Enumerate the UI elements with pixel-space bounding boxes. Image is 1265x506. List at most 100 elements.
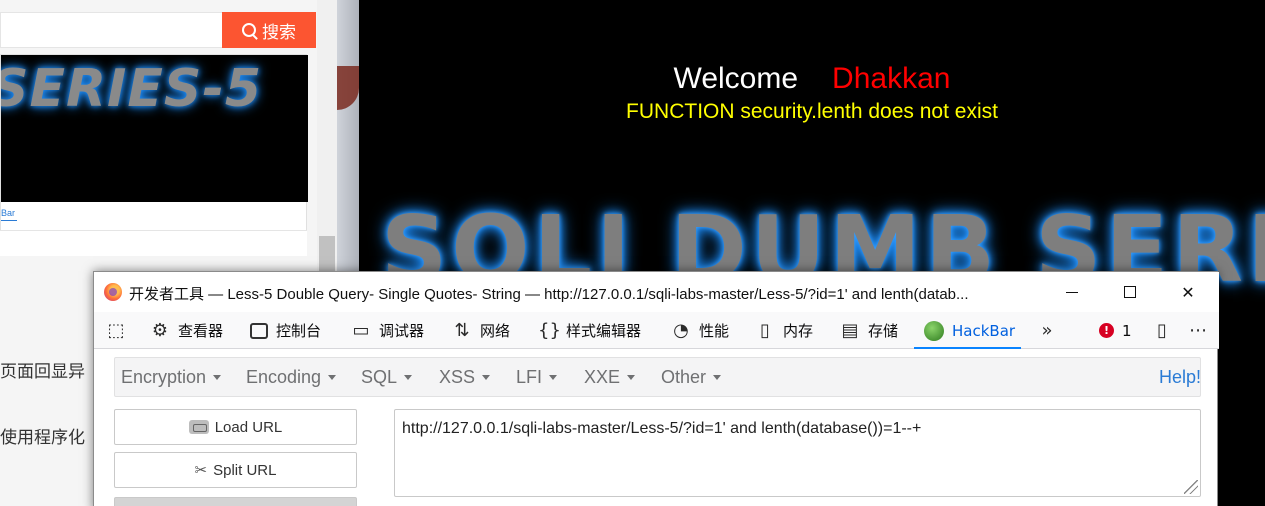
menu-xxe[interactable]: XXE [584,358,636,396]
blog-image-card: SERIES-5 Bar [0,54,308,256]
devtools-menu-button[interactable]: ⋯ [1188,312,1208,349]
minimize-button[interactable] [1049,276,1095,308]
responsive-design-button[interactable]: ▯ [1152,312,1172,349]
performance-icon: ◔ [673,320,689,341]
menu-encryption[interactable]: Encryption [121,358,222,396]
caret-down-icon [549,374,558,380]
caret-down-icon [627,374,636,380]
welcome-name: Dhakkan [832,62,951,95]
tab-label: 网络 [480,322,511,340]
blog-row [0,230,307,256]
tab-inspector[interactable]: ⚙ 查看器 [150,312,223,349]
menu-xss[interactable]: XSS [439,358,491,396]
caret-down-icon [482,374,491,380]
resize-handle-icon[interactable] [1184,480,1198,494]
tab-label: 内存 [783,322,814,340]
tab-label: 存储 [868,322,899,340]
menu-label: Other [661,366,707,387]
hackbar-icon [924,320,944,341]
tab-debugger[interactable]: ▭ 调试器 [351,312,424,349]
inspector-icon: ⚙ [151,320,169,341]
active-tab-indicator [914,347,1021,349]
tab-label: 性能 [699,322,730,340]
devtools-window: 开发者工具 — Less-5 Double Query- Single Quot… [93,271,1219,506]
console-icon [250,322,268,339]
close-icon: ✕ [1181,282,1195,302]
blog-hackbar-tab-fragment: Bar [1,208,16,218]
caret-down-icon [328,374,337,380]
split-url-label: Split URL [213,461,277,479]
menu-label: LFI [516,366,543,387]
double-chevron-right-icon: » [1041,320,1053,341]
blog-search-button[interactable]: 搜索 [222,12,316,48]
scissors-icon: ✂ [194,462,208,479]
pick-element-icon: ⬚ [107,320,125,341]
menu-other[interactable]: Other [661,358,722,396]
split-url-button[interactable]: ✂ Split URL [114,452,357,488]
caret-down-icon [713,374,722,380]
blog-tab-underline [1,220,17,221]
responsive-mode-icon: ▯ [1157,320,1167,341]
error-icon: ! [1099,323,1114,338]
url-textarea[interactable]: http://127.0.0.1/sqli-labs-master/Less-5… [394,409,1201,497]
tab-label: 样式编辑器 [566,322,642,340]
tab-label: 调试器 [379,322,425,340]
maximize-icon [1124,286,1136,298]
blog-text-line: 页面回显异 [0,362,85,382]
load-url-label: Load URL [214,418,283,436]
tab-network[interactable]: ⇅ 网络 [452,312,510,349]
help-link[interactable]: Help! [1159,358,1201,396]
url-value: http://127.0.0.1/sqli-labs-master/Less-5… [402,420,922,437]
tab-label: 查看器 [178,322,224,340]
menu-label: XSS [439,366,476,387]
more-tabs-button[interactable]: » [1037,312,1057,349]
load-url-button[interactable]: Load URL [114,409,357,445]
tab-memory[interactable]: ▯ 内存 [755,312,813,349]
tab-console[interactable]: 控制台 [250,312,321,349]
search-icon [242,23,256,37]
tab-style-editor[interactable]: {} 样式编辑器 [538,312,641,349]
tab-performance[interactable]: ◔ 性能 [671,312,729,349]
error-count-badge[interactable]: ! 1 [1099,312,1132,349]
debugger-icon: ▭ [352,320,370,341]
hackbar-menu: Encryption Encoding SQL XSS LFI XXE Othe… [114,357,1201,397]
blog-search-button-label: 搜索 [262,22,296,43]
tab-hackbar[interactable]: HackBar [924,312,1015,349]
menu-label: Encryption [121,366,207,387]
devtools-titlebar[interactable]: 开发者工具 — Less-5 Double Query- Single Quot… [94,272,1219,312]
welcome-line: Welcome Dhakkan [359,62,1265,96]
close-window-button[interactable]: ✕ [1165,276,1211,308]
menu-label: Encoding [246,366,322,387]
devtools-window-title: 开发者工具 — Less-5 Double Query- Single Quot… [129,286,969,303]
execute-button[interactable] [114,497,357,506]
memory-icon: ▯ [760,320,770,341]
error-count: 1 [1122,321,1132,340]
network-icon: ⇅ [454,320,470,341]
menu-label: SQL [361,366,398,387]
menu-label: XXE [584,366,621,387]
tab-storage[interactable]: ▤ 存储 [840,312,898,349]
firefox-icon [104,283,122,301]
style-editor-icon: {} [538,320,561,341]
blog-search-input[interactable] [0,12,222,48]
blog-banner-text: SERIES-5 [1,59,263,119]
load-url-icon [188,420,209,434]
tab-label: 控制台 [276,322,322,340]
welcome-text: Welcome [673,62,799,95]
blog-screenshot-image: SERIES-5 [1,55,308,202]
maximize-button[interactable] [1107,276,1153,308]
menu-sql[interactable]: SQL [361,358,413,396]
menu-encoding[interactable]: Encoding [246,358,337,396]
more-options-icon: ⋯ [1189,320,1207,341]
caret-down-icon [213,374,222,380]
minimize-icon [1066,291,1078,293]
sql-error-message: FUNCTION security.lenth does not exist [626,100,998,123]
caret-down-icon [404,374,413,380]
storage-icon: ▤ [841,320,859,341]
blog-text-line: 使用程序化 [0,428,85,448]
devtools-toolbar: ⬚ ⚙ 查看器 控制台 ▭ 调试器 ⇅ 网络 {} 样式编辑器 ◔ 性能 ▯ 内… [94,312,1219,349]
blog-scrollbar-thumb[interactable] [319,236,335,274]
element-picker-button[interactable]: ⬚ [106,312,126,349]
tab-label: HackBar [952,321,1016,340]
menu-lfi[interactable]: LFI [516,358,558,396]
